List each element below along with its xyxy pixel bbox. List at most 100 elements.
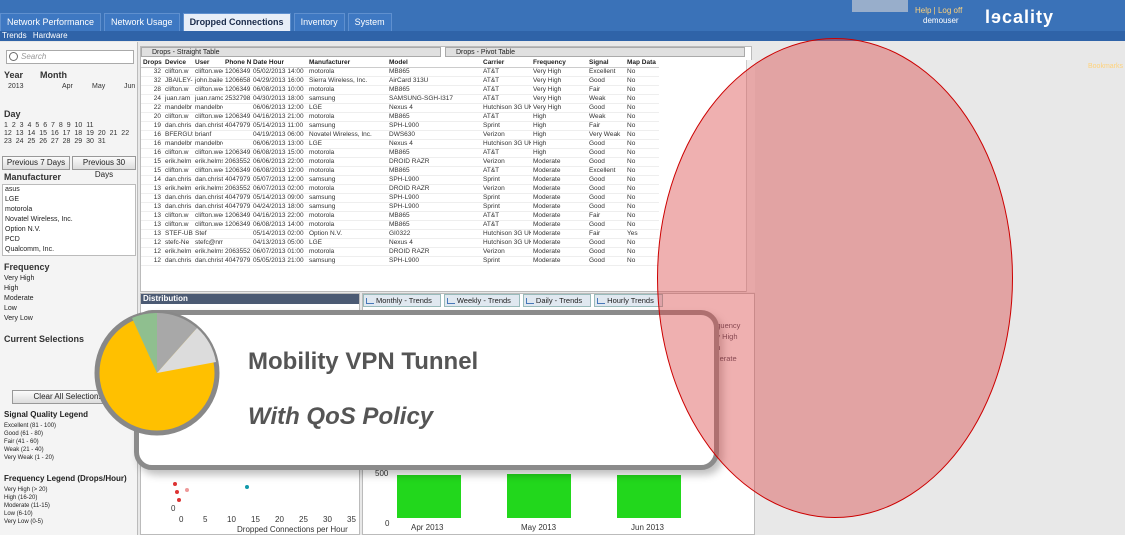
table-row[interactable]: 16 mandelbr mandelbro 06/06/2013 13:00 LGE Ne…: [141, 139, 659, 149]
list-item[interactable]: LGE: [3, 195, 135, 205]
tab-network-performance[interactable]: Network Performance: [0, 13, 102, 31]
table-row[interactable]: 32 clifton.w clifton.wee 1206349 05/02/2013 …: [141, 67, 659, 77]
straight-table-title[interactable]: Drops - Straight Table: [141, 47, 441, 57]
column-header[interactable]: User: [193, 58, 223, 68]
table-row[interactable]: 13 clifton.w clifton.wee 1206349 06/08/2013 …: [141, 220, 659, 230]
bookmarks-link[interactable]: Bookmarks: [1088, 63, 1123, 70]
pivot-table-title[interactable]: Drops - Pivot Table: [445, 47, 745, 57]
table-row[interactable]: 19 dan.chris dan.christ 4047979 05/14/2013 1…: [141, 121, 659, 131]
table-cell: Moderate: [531, 229, 587, 239]
x-tick-label: 25: [299, 515, 308, 524]
list-item[interactable]: High: [2, 284, 136, 294]
tab-system[interactable]: System: [347, 13, 392, 31]
table-cell: SPH-L900: [387, 202, 481, 212]
column-header[interactable]: Carrier: [481, 58, 531, 68]
table-cell: Verizon: [481, 157, 531, 167]
table-row[interactable]: 32 JBAILEY-john.bailey 1206658 04/29/2013 1…: [141, 76, 659, 86]
table-row[interactable]: 12 erik.helm erik.helms 2063552 06/07/2013 0…: [141, 247, 659, 257]
table-row[interactable]: 22 mandelbr mandelbro 06/06/2013 12:00 LGE Ne…: [141, 103, 659, 113]
table-row[interactable]: 20 clifton.w clifton.wee 1206349 04/16/2013 …: [141, 112, 659, 122]
list-item[interactable]: Option N.V.: [3, 225, 135, 235]
table-row[interactable]: 24 juan.ram juan.ramor 2532798 04/30/2013 18…: [141, 94, 659, 104]
table-row[interactable]: 13 erik.helm erik.helms 2063552 06/07/2013 0…: [141, 184, 659, 194]
table-cell: clifton.w: [163, 220, 193, 230]
trend-bar[interactable]: [617, 475, 681, 518]
month-apr[interactable]: Apr: [62, 83, 73, 90]
tab-daily-trends[interactable]: Daily - Trends: [522, 294, 592, 307]
signal-legend-title: Signal Quality Legend: [4, 410, 89, 419]
table-cell: High: [531, 112, 587, 122]
table-row[interactable]: 16BFERGUSbrianf 04/19/2013 06:00Novatel W…: [141, 130, 659, 140]
day-row-2[interactable]: 12 13 14 15 16 17 18 19 20 21 22: [4, 130, 129, 137]
list-item[interactable]: Moderate: [2, 294, 136, 304]
list-item[interactable]: asus: [3, 185, 135, 195]
help-logoff-links[interactable]: Help | Log off: [915, 6, 962, 15]
year-2013[interactable]: 2013: [8, 83, 24, 90]
scatter-point: [177, 498, 181, 502]
tab-dropped-connections[interactable]: Dropped Connections: [182, 13, 291, 31]
table-cell: motorola: [307, 247, 387, 257]
subnav-trends[interactable]: Trends: [2, 31, 27, 40]
table-body: 32 clifton.w clifton.wee 1206349 05/02/2013 …: [141, 67, 659, 266]
table-row[interactable]: 16 clifton.w clifton.wee 1206349 06/08/2013 …: [141, 148, 659, 158]
list-item[interactable]: Very High: [2, 274, 136, 284]
column-header[interactable]: Model: [387, 58, 481, 68]
trend-bar[interactable]: [397, 475, 461, 518]
trend-bar[interactable]: [507, 474, 571, 518]
trend-tabs: Monthly - Trends Weekly - Trends Daily -…: [363, 294, 666, 308]
column-header[interactable]: Device: [163, 58, 193, 68]
column-header[interactable]: Date Hour: [251, 58, 307, 68]
tab-network-usage[interactable]: Network Usage: [104, 13, 180, 31]
table-row[interactable]: 13 dan.chris dan.christ 4047979 04/24/2013 1…: [141, 202, 659, 212]
table-row[interactable]: 13 dan.chris dan.christ 4047979 05/14/2013 0…: [141, 193, 659, 203]
table-cell: motorola: [307, 157, 387, 167]
table-row[interactable]: 12 stefc-Ne stefc@nm 04/13/2013 05:00 LGE Nex…: [141, 238, 659, 248]
table-cell: Excellent: [587, 166, 625, 176]
list-item[interactable]: Qualcomm, Inc.: [3, 245, 135, 255]
table-row[interactable]: 28 clifton.w clifton.wee 1206349 06/08/2013 …: [141, 85, 659, 95]
table-cell: Good: [587, 175, 625, 185]
table-row[interactable]: 14 dan.chris dan.christ 4047979 05/07/2013 1…: [141, 175, 659, 185]
table-cell: MB865: [387, 166, 481, 176]
month-jun[interactable]: Jun: [124, 83, 135, 90]
table-cell: 13: [141, 193, 163, 203]
tab-monthly-trends[interactable]: Monthly - Trends: [363, 294, 441, 307]
table-cell: mandelbro: [193, 139, 223, 149]
column-header[interactable]: Manufacturer: [307, 58, 387, 68]
table-cell: No: [625, 220, 659, 230]
column-header[interactable]: Drops: [141, 58, 163, 68]
table-cell: Good: [587, 157, 625, 167]
table-row[interactable]: 15 clifton.w clifton.wee 1206349 06/08/2013 …: [141, 166, 659, 176]
table-cell: 4047979: [223, 121, 251, 131]
column-header[interactable]: Phone N: [223, 58, 251, 68]
column-header[interactable]: Map Data: [625, 58, 659, 68]
list-item[interactable]: Novatel Wireless, Inc.: [3, 215, 135, 225]
table-cell: 1206349: [223, 211, 251, 221]
day-row-1[interactable]: 1 2 3 4 5 6 7 8 9 10 11: [4, 122, 94, 129]
search-input[interactable]: Search: [6, 50, 134, 64]
table-cell: Verizon: [481, 184, 531, 194]
tab-hourly-trends[interactable]: Hourly Trends: [594, 294, 663, 307]
popup-subline: With QoS Policy: [248, 403, 434, 430]
subnav-hardware[interactable]: Hardware: [33, 31, 68, 40]
tab-inventory[interactable]: Inventory: [293, 13, 345, 31]
table-cell: Good: [587, 103, 625, 113]
day-row-3[interactable]: 23 24 25 26 27 28 29 30 31: [4, 138, 106, 145]
table-cell: juan.ramor: [193, 94, 223, 104]
table-row[interactable]: 15 erik.helm erik.helms 2063552 06/06/2013 2…: [141, 157, 659, 167]
table-cell: Sprint: [481, 121, 531, 131]
table-row[interactable]: 13 STEF-UB Stef 05/14/2013 02:00 Option N.V.…: [141, 229, 659, 239]
column-header[interactable]: Frequency: [531, 58, 587, 68]
previous-30-days-button[interactable]: Previous 30 Days: [72, 156, 136, 179]
list-item[interactable]: motorola: [3, 205, 135, 215]
table-row[interactable]: 13 clifton.w clifton.wee 1206349 04/16/2013 …: [141, 211, 659, 221]
table-cell: 16: [141, 139, 163, 149]
table-cell: DROID RAZR: [387, 247, 481, 257]
table-cell: No: [625, 184, 659, 194]
column-header[interactable]: Signal: [587, 58, 625, 68]
previous-7-days-button[interactable]: Previous 7 Days: [2, 156, 70, 170]
table-row[interactable]: 12 dan.chris dan.christ 4047979 05/05/2013 2…: [141, 256, 659, 266]
month-may[interactable]: May: [92, 83, 105, 90]
tab-weekly-trends[interactable]: Weekly - Trends: [443, 294, 520, 307]
list-item[interactable]: PCD: [3, 235, 135, 245]
